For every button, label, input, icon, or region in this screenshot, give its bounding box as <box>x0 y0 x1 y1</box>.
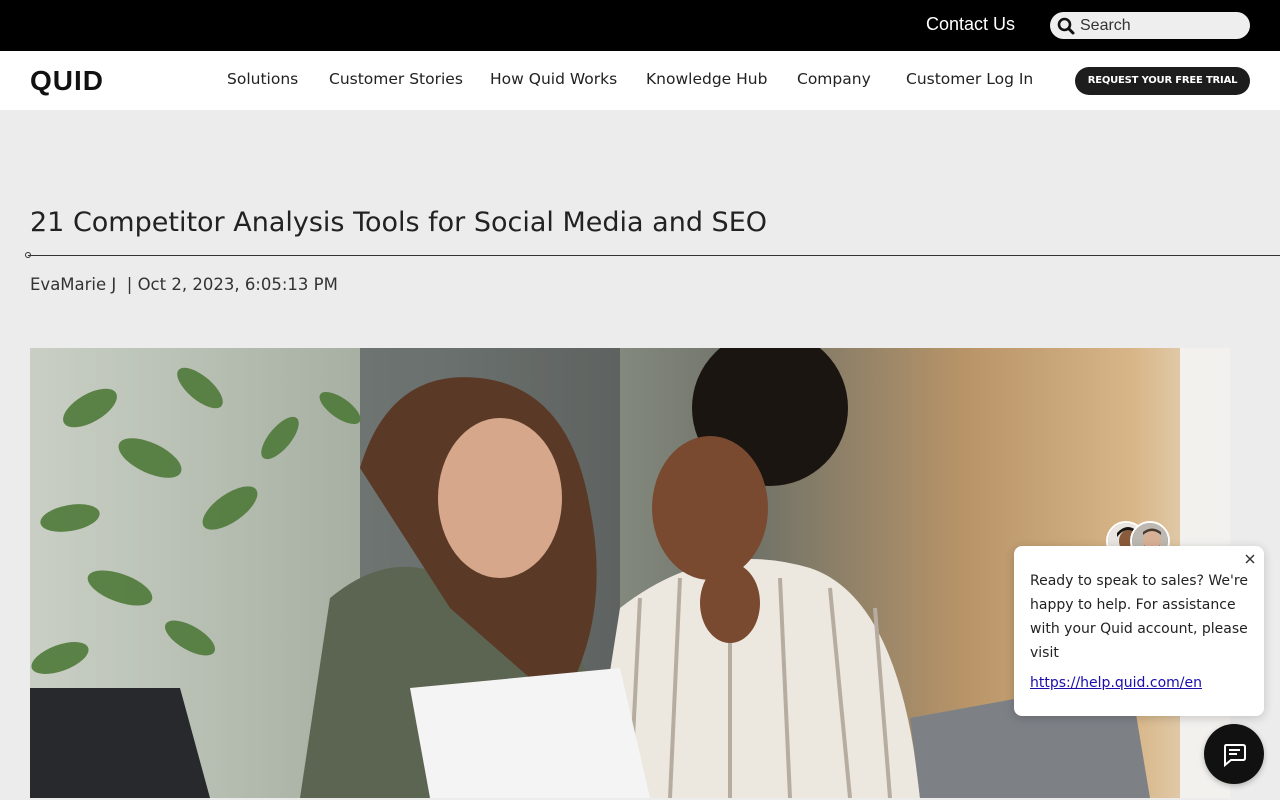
article-meta: EvaMarie J | Oct 2, 2023, 6:05:13 PM <box>30 275 338 294</box>
request-free-trial-button[interactable]: REQUEST YOUR FREE TRIAL <box>1075 67 1250 95</box>
nav-links: Solutions Customer Stories How Quid Work… <box>0 51 1060 110</box>
chat-popup: Ready to speak to sales? We're happy to … <box>1014 546 1264 716</box>
nav-item-customer-log-in[interactable]: Customer Log In <box>906 70 1033 88</box>
close-icon[interactable] <box>1243 552 1257 566</box>
main-navigation: QUID Solutions Customer Stories How Quid… <box>0 51 1280 110</box>
title-divider <box>28 255 1280 256</box>
nav-item-company[interactable]: Company <box>797 70 871 88</box>
contact-us-link[interactable]: Contact Us <box>926 14 1015 35</box>
top-utility-bar: Contact Us <box>0 0 1280 51</box>
chat-message: Ready to speak to sales? We're happy to … <box>1030 573 1248 661</box>
search-box[interactable] <box>1050 12 1250 39</box>
chat-bubble-icon <box>1224 744 1246 768</box>
article-title: 21 Competitor Analysis Tools for Social … <box>30 207 768 238</box>
nav-item-solutions[interactable]: Solutions <box>227 70 298 88</box>
nav-item-knowledge-hub[interactable]: Knowledge Hub <box>646 70 767 88</box>
help-link[interactable]: https://help.quid.com/en <box>1030 675 1202 691</box>
search-icon[interactable] <box>1057 17 1075 35</box>
nav-item-customer-stories[interactable]: Customer Stories <box>329 70 463 88</box>
nav-item-how-quid-works[interactable]: How Quid Works <box>490 70 617 88</box>
chat-launcher-button[interactable] <box>1204 724 1264 784</box>
search-input[interactable] <box>1080 15 1240 36</box>
